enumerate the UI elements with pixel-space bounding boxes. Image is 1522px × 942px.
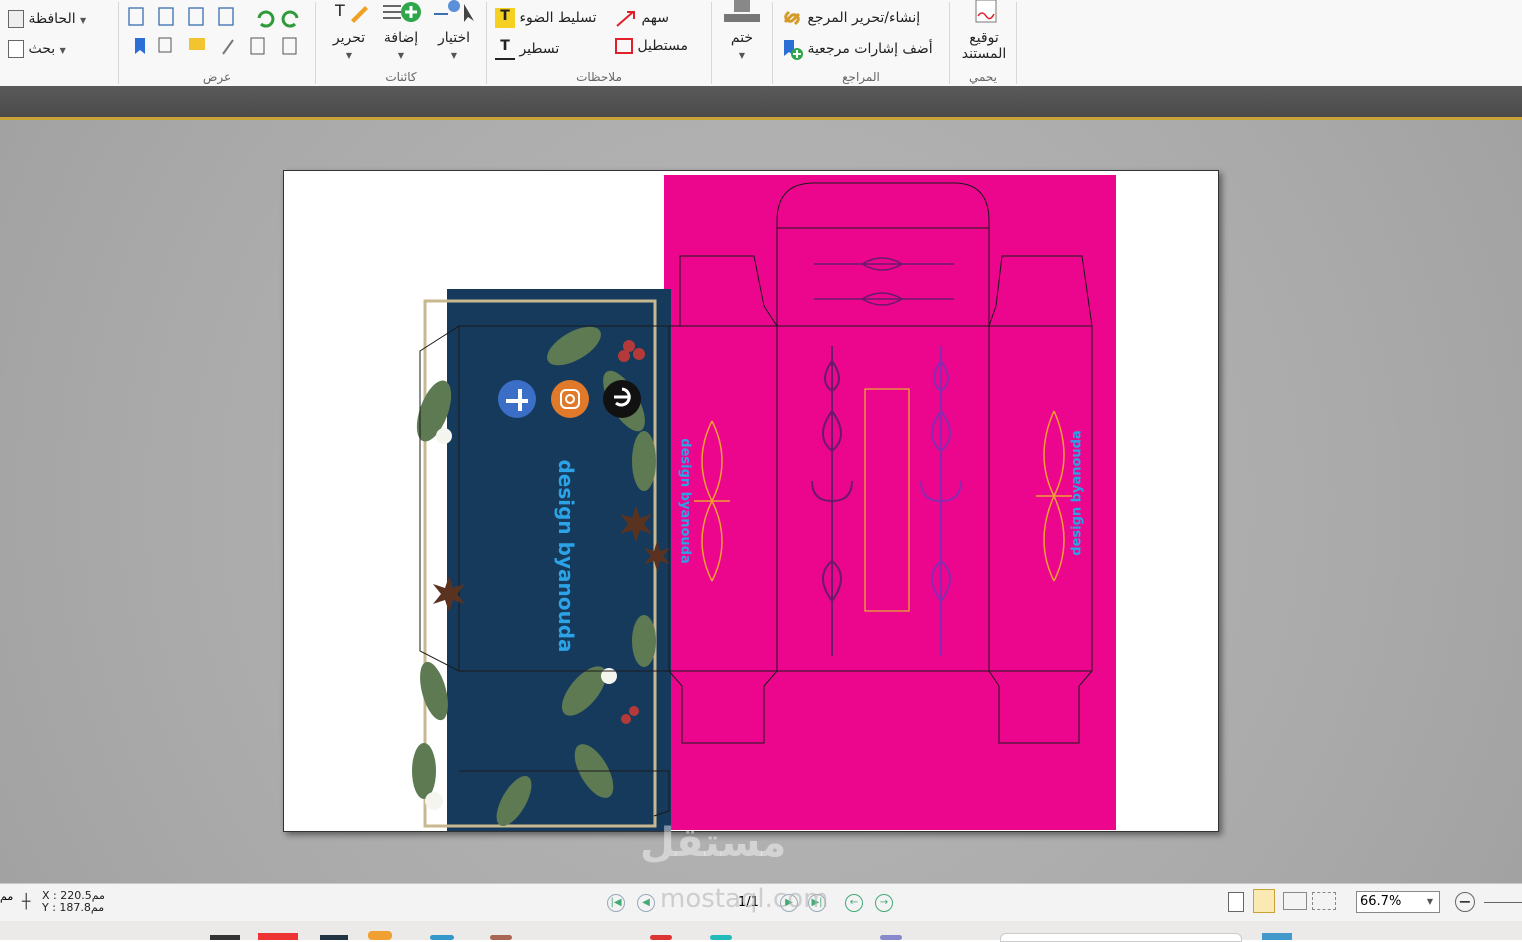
select-cursor-icon (434, 0, 474, 22)
document-page[interactable]: design byanouda design byanouda design b… (283, 170, 1219, 832)
ribbon-toolbar: الحافظة ▼ بحث ▼ عرض T تحرير ▼ إضافة ▼ اخ… (0, 0, 1522, 87)
rectangle-button[interactable]: مستطيل (615, 38, 688, 54)
brand-text-left: design byanouda (554, 459, 578, 653)
prev-page-button[interactable]: ◀ (637, 894, 655, 912)
taskbar-app-icon[interactable] (650, 935, 672, 940)
link-icon (783, 10, 801, 26)
add-object-button[interactable]: إضافة ▼ (376, 0, 426, 64)
objects-group: T تحرير ▼ إضافة ▼ اختيار ▼ كائنات (316, 0, 486, 86)
instagram-icon (551, 380, 589, 418)
view-group-label: عرض (202, 70, 232, 84)
watermark-latin: mostaql.com (660, 884, 829, 914)
document-canvas[interactable]: design byanouda design byanouda design b… (0, 120, 1522, 883)
view-group: عرض (119, 0, 315, 86)
magenta-panel (664, 175, 1116, 830)
protect-group: توقيع المستند يحمي (950, 0, 1016, 86)
chevron-down-icon: ▼ (1426, 897, 1433, 906)
os-taskbar (0, 921, 1522, 942)
protect-group-label: يحمي (968, 70, 998, 84)
sign-document-button[interactable]: توقيع المستند (956, 0, 1012, 62)
underline-icon: T (495, 38, 515, 60)
facing-pages-icon[interactable] (1283, 892, 1307, 910)
highlight-button[interactable]: T تسليط الضوء (495, 8, 597, 28)
forward-view-icon[interactable]: → (875, 894, 893, 912)
svg-text:T: T (334, 1, 345, 20)
unit-label: مم (0, 890, 14, 903)
clipboard-group: الحافظة ▼ بحث ▼ (0, 0, 118, 86)
toolbar-shadow-bar (0, 86, 1522, 118)
zoom-slider[interactable] (1484, 902, 1522, 903)
continuous-page-icon[interactable] (1253, 889, 1275, 913)
first-page-button[interactable]: |◀ (607, 894, 625, 912)
chevron-down-icon: ▼ (80, 16, 87, 25)
edit-pencil-icon: T (334, 1, 368, 23)
zoom-out-button[interactable]: − (1455, 892, 1475, 912)
taskbar-search-box[interactable] (1000, 933, 1242, 942)
taskbar-app-icon[interactable] (490, 935, 512, 940)
references-group: إنشاء/تحرير المرجع أضف إشارات مرجعية الم… (773, 0, 949, 86)
status-bar: مم ┼ X : 220.5مم Y : 187.8مم |◀ ◀ 1/1 ▶ … (0, 883, 1522, 922)
comments-group: T تسليط الضوء سهم T تسطير مستطيل ملاحظات (487, 0, 711, 86)
bookmark-add-icon (784, 40, 803, 60)
clipboard-icon (8, 10, 24, 28)
brand-text-mid: design byanouda (677, 438, 693, 564)
sign-document-icon (975, 0, 997, 23)
stamp-group: ختم ▼ (712, 0, 772, 86)
crosshair-icon: ┼ (22, 894, 31, 910)
clipboard-button[interactable]: الحافظة ▼ (8, 10, 86, 28)
taskbar-app-icon[interactable] (368, 931, 392, 940)
comments-group-label: ملاحظات (576, 70, 622, 84)
select-object-button[interactable]: اختيار ▼ (428, 0, 480, 64)
taskbar-app-icon[interactable] (430, 935, 454, 940)
arrow-button[interactable]: سهم (615, 8, 669, 28)
view-tools-icons[interactable] (127, 6, 307, 62)
y-coordinate: Y : 187.8مم (42, 901, 105, 914)
zoom-select[interactable]: 66.7% ▼ (1356, 891, 1440, 913)
highlight-icon: T (495, 8, 515, 28)
stamp-icon (724, 0, 760, 22)
chevron-down-icon: ▼ (59, 46, 66, 55)
search-icon (8, 40, 24, 58)
edit-object-button[interactable]: T تحرير ▼ (324, 0, 374, 64)
stamp-button[interactable]: ختم ▼ (716, 0, 768, 64)
taskbar-app-icon[interactable] (710, 935, 732, 940)
arrow-icon (616, 11, 635, 27)
single-page-icon[interactable] (1228, 892, 1244, 912)
continuous-facing-icon[interactable] (1312, 892, 1336, 910)
back-view-icon[interactable]: ← (845, 894, 863, 912)
objects-group-label: كائنات (385, 70, 417, 84)
underline-button[interactable]: T تسطير (495, 38, 559, 60)
add-bookmarks-button[interactable]: أضف إشارات مرجعية (781, 38, 933, 60)
cursor-coordinates: X : 220.5مم Y : 187.8مم (42, 890, 105, 914)
taskbar-app-icon[interactable] (1262, 933, 1292, 940)
watermark-arabic: مستقل (640, 820, 787, 866)
brand-text-right: design byanouda (1069, 430, 1085, 556)
taskbar-app-icon[interactable] (880, 935, 902, 940)
references-group-label: المراجع (842, 70, 880, 84)
add-icon (383, 2, 421, 22)
rectangle-icon (615, 38, 633, 54)
social-icons (498, 380, 641, 418)
taskbar-app-icon[interactable] (320, 935, 348, 940)
taskbar-app-icon[interactable] (210, 935, 240, 940)
search-button[interactable]: بحث ▼ (8, 40, 66, 58)
social-circle-icon (603, 380, 641, 418)
group-divider (1016, 2, 1017, 84)
create-edit-reference-button[interactable]: إنشاء/تحرير المرجع (781, 8, 920, 28)
taskbar-app-icon[interactable] (258, 933, 298, 940)
